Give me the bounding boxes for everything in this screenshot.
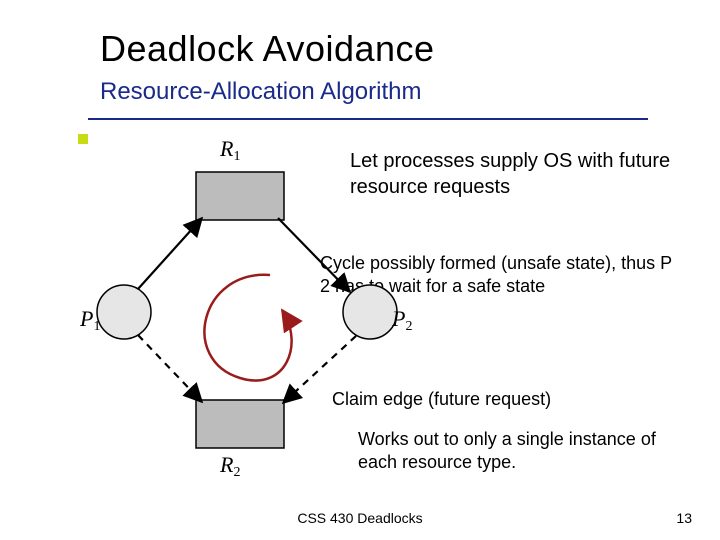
label-p2: P2 [392,306,412,335]
label-p1-sub: 1 [93,319,100,334]
title-rule [88,118,648,120]
label-r1-sub: 1 [233,149,240,164]
edge-p1-r1-request [138,218,202,289]
slide: Deadlock Avoidance Resource-Allocation A… [0,0,720,540]
footer-text: CSS 430 Deadlocks [0,510,720,526]
label-r1-letter: R [220,136,233,161]
page-number: 13 [676,510,692,526]
resource-allocation-graph: R1 R2 P1 P2 [80,130,410,490]
label-p2-letter: P [392,306,405,331]
label-r1: R1 [220,136,240,165]
label-p1: P1 [80,306,100,335]
resource-r1 [196,172,284,220]
label-r2-letter: R [220,452,233,477]
label-p1-letter: P [80,306,93,331]
process-p2 [343,285,397,339]
page-title: Deadlock Avoidance [100,28,435,70]
label-r2: R2 [220,452,240,481]
page-subtitle: Resource-Allocation Algorithm [100,78,421,106]
process-p1 [97,285,151,339]
resource-r2 [196,400,284,448]
label-r2-sub: 2 [233,465,240,480]
cycle-arrow-icon [204,275,291,381]
label-p2-sub: 2 [405,319,412,334]
edge-p2-r2-claim [283,336,356,403]
edge-p1-r2-claim [138,335,202,402]
edge-r1-p2-assign [278,218,350,292]
diagram-svg [80,130,410,490]
